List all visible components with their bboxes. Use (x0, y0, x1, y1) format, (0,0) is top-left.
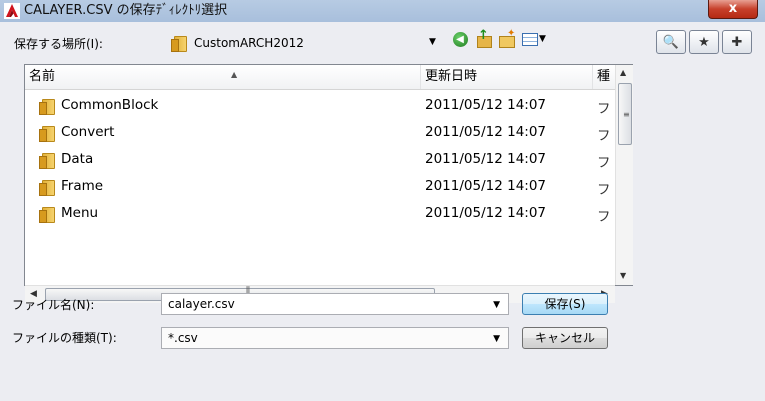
filetype-value: *.csv (168, 331, 198, 345)
list-item[interactable]: Menu 2011/05/12 14:07 フ (25, 201, 615, 228)
folder-name: Convert (61, 124, 115, 140)
back-icon: ◀ (452, 31, 468, 47)
column-header-name-label: 名前 (29, 69, 56, 84)
save-in-combo[interactable]: CustomARCH2012 ▼ (163, 32, 443, 54)
file-list[interactable]: 名前 ▲ 更新日時 種 CommonBlock 2011/05/12 14:07 (24, 64, 633, 303)
filename-value: calayer.csv (168, 297, 235, 311)
column-header-name[interactable]: 名前 ▲ (25, 65, 421, 89)
file-type: フ (597, 209, 611, 225)
favorites-button[interactable]: ★ (689, 30, 719, 54)
cancel-button[interactable]: キャンセル (522, 327, 608, 349)
folder-name: Frame (61, 178, 104, 194)
list-item[interactable]: Frame 2011/05/12 14:07 フ (25, 174, 615, 201)
sort-ascending-icon: ▲ (231, 70, 238, 79)
file-type: フ (597, 182, 611, 198)
title-bar[interactable]: CALAYER.CSV の保存ﾃﾞｨﾚｸﾄﾘ選択 x (0, 0, 765, 22)
list-item[interactable]: CommonBlock 2011/05/12 14:07 フ (25, 93, 615, 120)
chevron-down-icon[interactable]: ▼ (493, 300, 500, 310)
new-folder-icon (499, 28, 515, 48)
list-item[interactable]: Data 2011/05/12 14:07 フ (25, 147, 615, 174)
list-header: 名前 ▲ 更新日時 種 (25, 65, 615, 90)
vertical-scrollbar[interactable]: ▲ ≡ ▼ (615, 65, 633, 285)
file-type: フ (597, 155, 611, 171)
filename-label: ファイル名(N): (12, 298, 95, 312)
folder-icon (39, 153, 55, 169)
autocad-app-icon (4, 3, 20, 19)
grip-icon: ≡ (623, 110, 630, 119)
right-toolbar: 🔍 ★ ✚ (656, 30, 752, 54)
folder-icon (171, 36, 187, 52)
favorites-icon: ★ (698, 34, 710, 50)
chevron-down-icon: ▼ (429, 37, 436, 47)
add-favorite-icon: ✚ (731, 34, 743, 50)
folder-name: Menu (61, 205, 99, 221)
column-header-type[interactable]: 種 (593, 65, 615, 89)
vertical-scroll-thumb[interactable]: ≡ (618, 83, 632, 145)
folder-icon (39, 126, 55, 142)
filetype-select[interactable]: *.csv ▼ (161, 327, 509, 349)
folder-icon (39, 180, 55, 196)
dialog-body: 保存する場所(I): CustomARCH2012 ▼ ◀ ▼ 🔍 ★ (0, 22, 765, 401)
search-web-icon: 🔍 (662, 34, 680, 50)
folder-icon (39, 207, 55, 223)
views-menu-button[interactable]: ▼ (520, 30, 548, 48)
modified-date: 2011/05/12 14:07 (425, 124, 547, 140)
column-header-modified-label: 更新日時 (425, 69, 478, 84)
modified-date: 2011/05/12 14:07 (425, 151, 547, 167)
add-favorite-button[interactable]: ✚ (722, 30, 752, 54)
scroll-up-icon[interactable]: ▲ (620, 68, 626, 77)
file-type: フ (597, 101, 611, 117)
folder-icon (39, 99, 55, 115)
column-header-modified[interactable]: 更新日時 (421, 65, 593, 89)
folder-name: CommonBlock (61, 97, 159, 113)
back-button[interactable]: ◀ (450, 30, 470, 48)
filename-input[interactable]: calayer.csv ▼ (161, 293, 509, 315)
folder-name: Data (61, 151, 94, 167)
window-title: CALAYER.CSV の保存ﾃﾞｨﾚｸﾄﾘ選択 (24, 3, 228, 18)
search-web-button[interactable]: 🔍 (656, 30, 686, 54)
file-type: フ (597, 128, 611, 144)
save-in-label: 保存する場所(I): (14, 37, 103, 51)
column-header-type-label: 種 (597, 69, 611, 84)
modified-date: 2011/05/12 14:07 (425, 205, 547, 221)
save-button[interactable]: 保存(S) (522, 293, 608, 315)
filetype-label: ファイルの種類(T): (12, 331, 117, 345)
close-button[interactable]: x (708, 0, 758, 19)
chevron-down-icon: ▼ (539, 34, 546, 44)
new-folder-button[interactable] (497, 28, 517, 48)
scroll-down-icon[interactable]: ▼ (620, 271, 626, 280)
save-directory-dialog: CALAYER.CSV の保存ﾃﾞｨﾚｸﾄﾘ選択 x 保存する場所(I): Cu… (0, 0, 765, 401)
modified-date: 2011/05/12 14:07 (425, 178, 547, 194)
list-rows: CommonBlock 2011/05/12 14:07 フ Convert 2… (25, 93, 615, 228)
modified-date: 2011/05/12 14:07 (425, 97, 547, 113)
list-item[interactable]: Convert 2011/05/12 14:07 フ (25, 120, 615, 147)
chevron-down-icon[interactable]: ▼ (493, 334, 500, 344)
up-folder-icon (475, 28, 492, 48)
views-menu-icon (522, 32, 539, 46)
save-in-value: CustomARCH2012 (194, 36, 304, 50)
up-folder-button[interactable] (473, 28, 493, 48)
